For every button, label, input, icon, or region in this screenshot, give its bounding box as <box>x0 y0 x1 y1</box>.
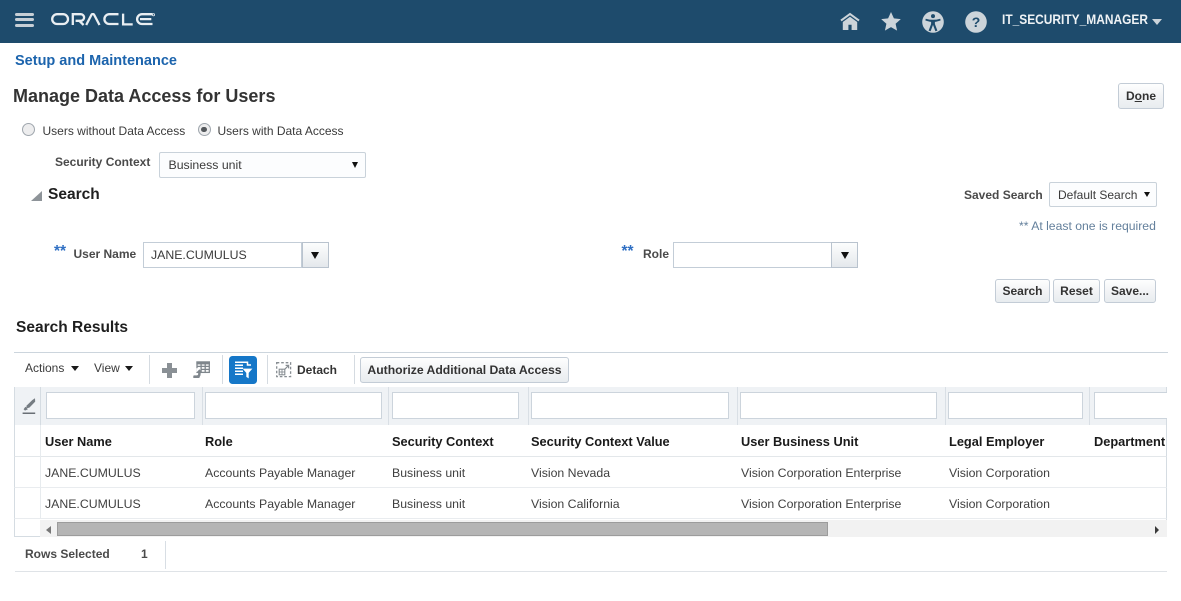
svg-text:?: ? <box>972 14 981 30</box>
